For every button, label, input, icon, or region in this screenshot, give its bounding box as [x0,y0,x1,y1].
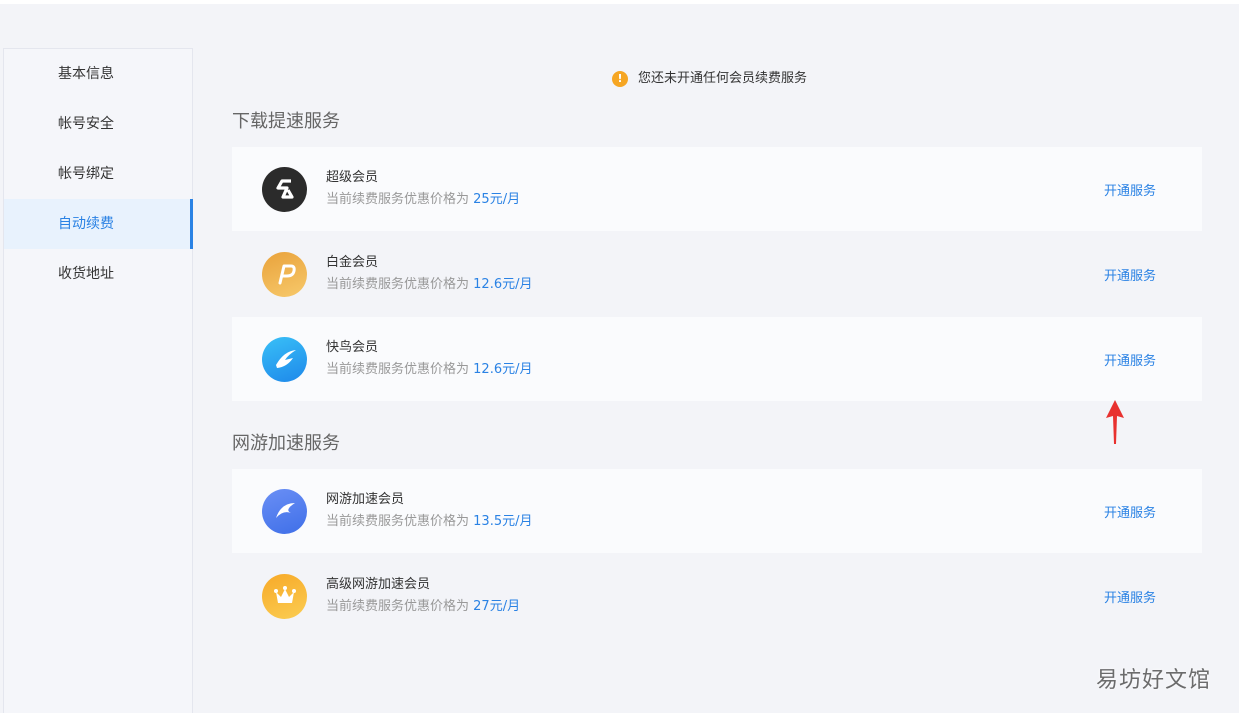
service-card-kuainiao: 快鸟会员 当前续费服务优惠价格为 12.6元/月 开通服务 [232,317,1202,401]
warning-icon: ! [612,71,628,87]
service-price: 12.6元/月 [473,276,533,292]
service-price-desc: 当前续费服务优惠价格为 12.6元/月 [326,361,533,377]
service-price: 12.6元/月 [473,361,533,377]
service-name: 超级会员 [326,169,379,185]
service-price-desc: 当前续费服务优惠价格为 25元/月 [326,191,521,207]
service-name: 快鸟会员 [326,339,379,355]
sidebar-item-basic-info[interactable]: 基本信息 [4,49,192,99]
service-name: 白金会员 [326,254,379,270]
annotation-arrow-icon [1106,400,1124,444]
open-service-button[interactable]: 开通服务 [1104,265,1156,284]
service-price: 13.5元/月 [473,513,533,529]
section-title-game: 网游加速服务 [232,433,340,454]
top-bar [0,0,1239,4]
open-service-button[interactable]: 开通服务 [1104,587,1156,606]
sidebar-item-account-binding[interactable]: 帐号绑定 [4,149,192,199]
sidebar-nav: 基本信息 帐号安全 帐号绑定 自动续费 收货地址 [3,48,193,713]
service-card-game-accel: 网游加速会员 当前续费服务优惠价格为 13.5元/月 开通服务 [232,469,1202,553]
service-price-desc: 当前续费服务优惠价格为 27元/月 [326,598,521,614]
crown-icon [262,573,307,619]
service-card-advanced-game-accel: 高级网游加速会员 当前续费服务优惠价格为 27元/月 开通服务 [232,554,1202,638]
game-accel-icon [262,488,307,534]
open-service-button[interactable]: 开通服务 [1104,180,1156,199]
service-price-desc: 当前续费服务优惠价格为 12.6元/月 [326,276,533,292]
service-name: 网游加速会员 [326,491,405,507]
notice-text: 您还未开通任何会员续费服务 [638,71,808,86]
watermark: 易坊好文馆 [1095,668,1211,693]
open-service-button[interactable]: 开通服务 [1104,350,1156,369]
sidebar-item-shipping-address[interactable]: 收货地址 [4,249,192,299]
sidebar-item-account-security[interactable]: 帐号安全 [4,99,192,149]
renewal-notice: ! 您还未开通任何会员续费服务 [612,69,807,89]
sidebar-item-auto-renewal[interactable]: 自动续费 [4,199,193,249]
platinum-member-icon [262,251,307,297]
service-card-platinum: 白金会员 当前续费服务优惠价格为 12.6元/月 开通服务 [232,232,1202,316]
open-service-button[interactable]: 开通服务 [1104,502,1156,521]
super-member-icon [262,166,307,212]
service-price: 25元/月 [473,191,521,207]
section-title-download: 下载提速服务 [232,111,340,132]
service-price: 27元/月 [473,598,521,614]
kuainiao-member-icon [262,336,307,382]
service-name: 高级网游加速会员 [326,576,431,592]
service-price-desc: 当前续费服务优惠价格为 13.5元/月 [326,513,533,529]
service-card-super: 超级会员 当前续费服务优惠价格为 25元/月 开通服务 [232,147,1202,231]
